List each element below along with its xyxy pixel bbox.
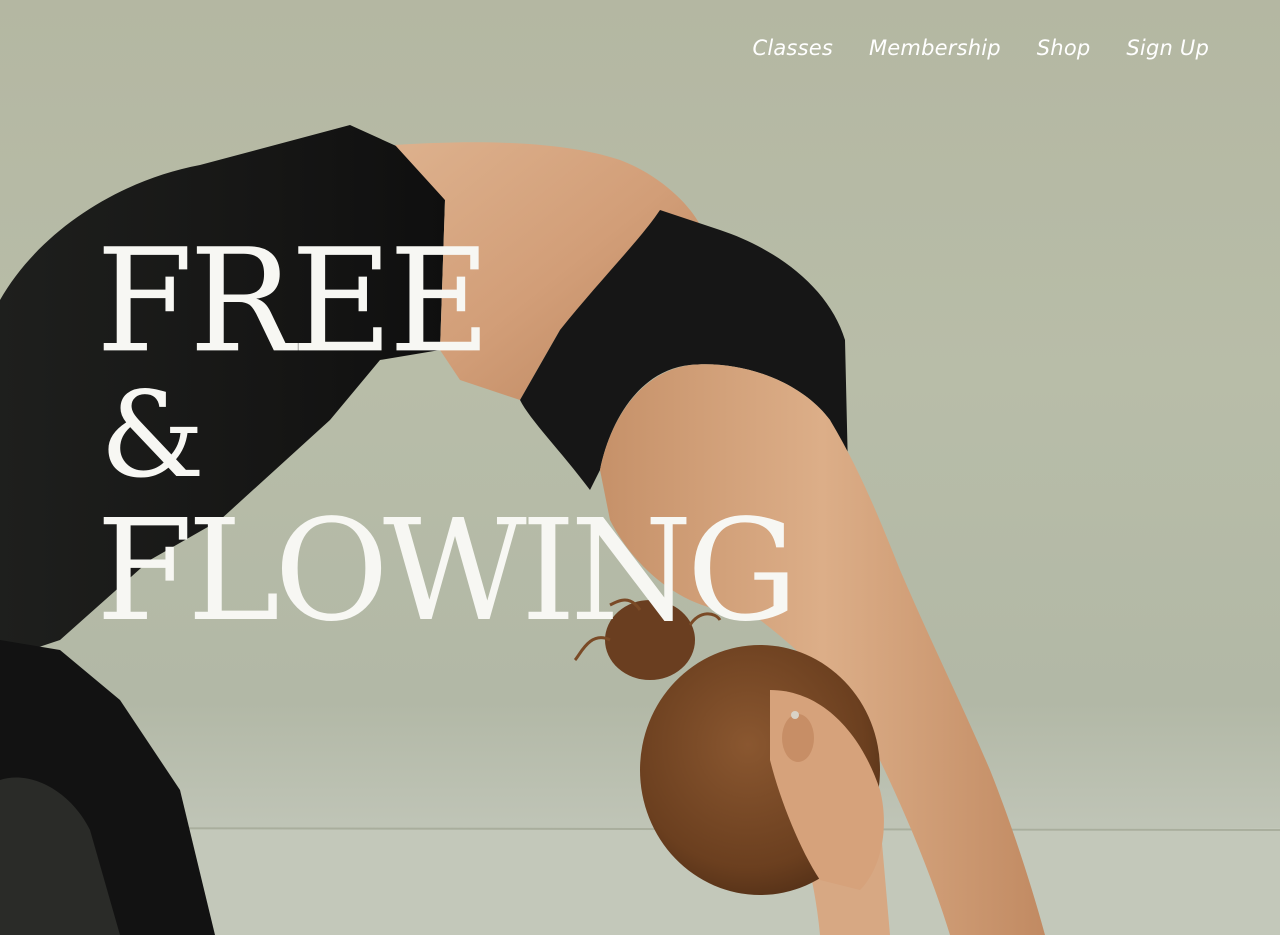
nav-membership[interactable]: Membership	[869, 36, 1001, 60]
hero-headline: FREE & FLOWING	[96, 219, 798, 654]
earring	[791, 711, 799, 719]
ear	[782, 714, 814, 762]
nav-sign-up[interactable]: Sign Up	[1126, 36, 1209, 60]
headline-line-ampersand: &	[100, 366, 206, 505]
main-nav: Classes Membership Shop Sign Up	[752, 36, 1209, 60]
nav-classes[interactable]: Classes	[752, 36, 833, 60]
headline-line-flowing: FLOWING	[96, 490, 798, 654]
headline-line-free: FREE	[96, 219, 491, 386]
nav-shop[interactable]: Shop	[1037, 36, 1091, 60]
hero-section: Classes Membership Shop Sign Up FREE & F…	[0, 0, 1280, 935]
